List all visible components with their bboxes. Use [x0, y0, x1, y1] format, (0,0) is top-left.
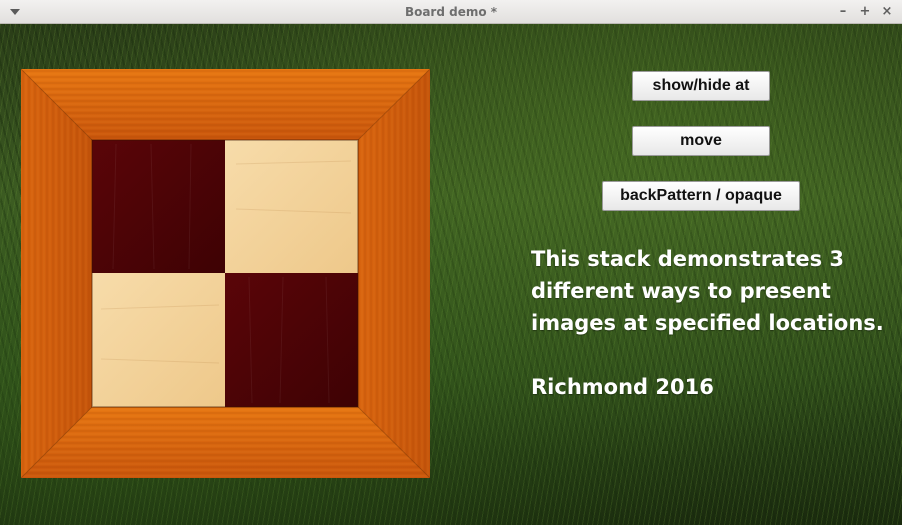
grass-background: show/hide at move backPattern / opaque T… [0, 24, 902, 525]
maximize-icon[interactable]: + [856, 3, 874, 21]
app-window: Board demo * – + × show/hide at move bac… [0, 0, 902, 525]
description-text: This stack demonstrates 3 different ways… [531, 247, 884, 335]
window-title: Board demo * [404, 5, 498, 19]
board-graphic [21, 69, 430, 478]
title-bar: Board demo * – + × [0, 0, 902, 24]
close-icon[interactable]: × [878, 3, 896, 21]
credit-text: Richmond 2016 [531, 375, 714, 399]
minimize-icon[interactable]: – [834, 3, 852, 21]
board-square-dark-1 [92, 140, 225, 273]
board-square-dark-2 [225, 273, 358, 407]
wooden-board [21, 69, 430, 478]
board-square-light-1 [225, 140, 358, 273]
board-square-light-2 [92, 273, 225, 407]
move-button[interactable]: move [632, 126, 770, 156]
show-hide-at-button[interactable]: show/hide at [632, 71, 770, 101]
back-pattern-opaque-button[interactable]: backPattern / opaque [602, 181, 800, 211]
